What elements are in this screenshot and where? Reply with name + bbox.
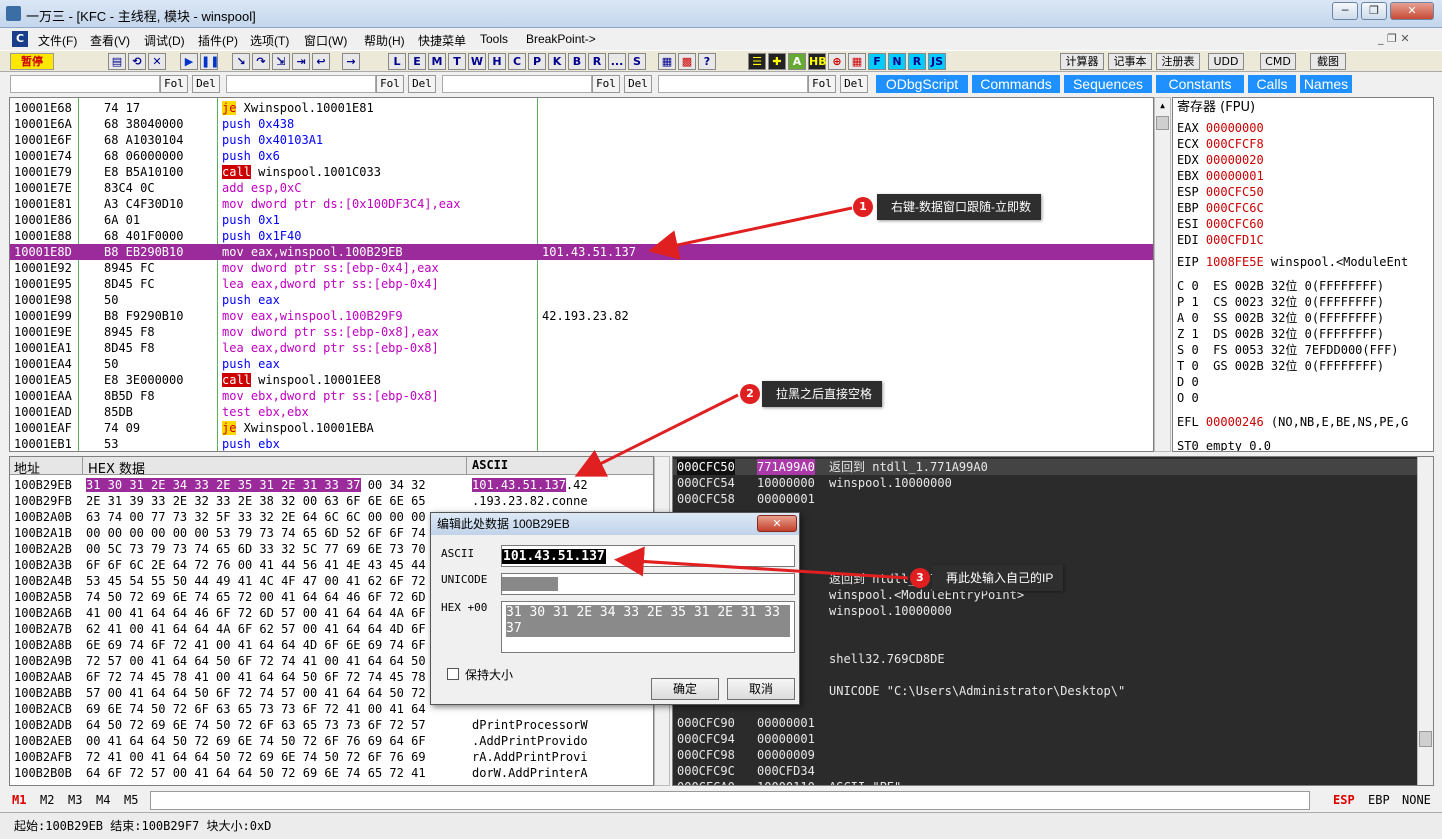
status-text: 起始:100B29EB 结束:100B29F7 块大小:0xD [14,819,272,833]
annotation-arrows [574,206,909,580]
memory-tab-m2[interactable]: M2 [40,793,54,807]
command-bar: M1 M2 M3 M4 M5 ESP EBP NONE [0,789,1442,811]
esp-label[interactable]: ESP [1333,793,1355,807]
command-input[interactable] [150,791,1310,810]
memory-tab-m4[interactable]: M4 [96,793,110,807]
none-label[interactable]: NONE [1402,793,1431,807]
arrow-2 [574,393,739,477]
memory-tab-m5[interactable]: M5 [124,793,138,807]
arrow-3 [614,546,909,580]
ebp-label[interactable]: EBP [1368,793,1390,807]
memory-tab-m1[interactable]: M1 [12,793,26,807]
arrow-1 [648,206,853,260]
memory-tab-m3[interactable]: M3 [68,793,82,807]
status-bar: 起始:100B29EB 结束:100B29F7 块大小:0xD [0,812,1442,839]
